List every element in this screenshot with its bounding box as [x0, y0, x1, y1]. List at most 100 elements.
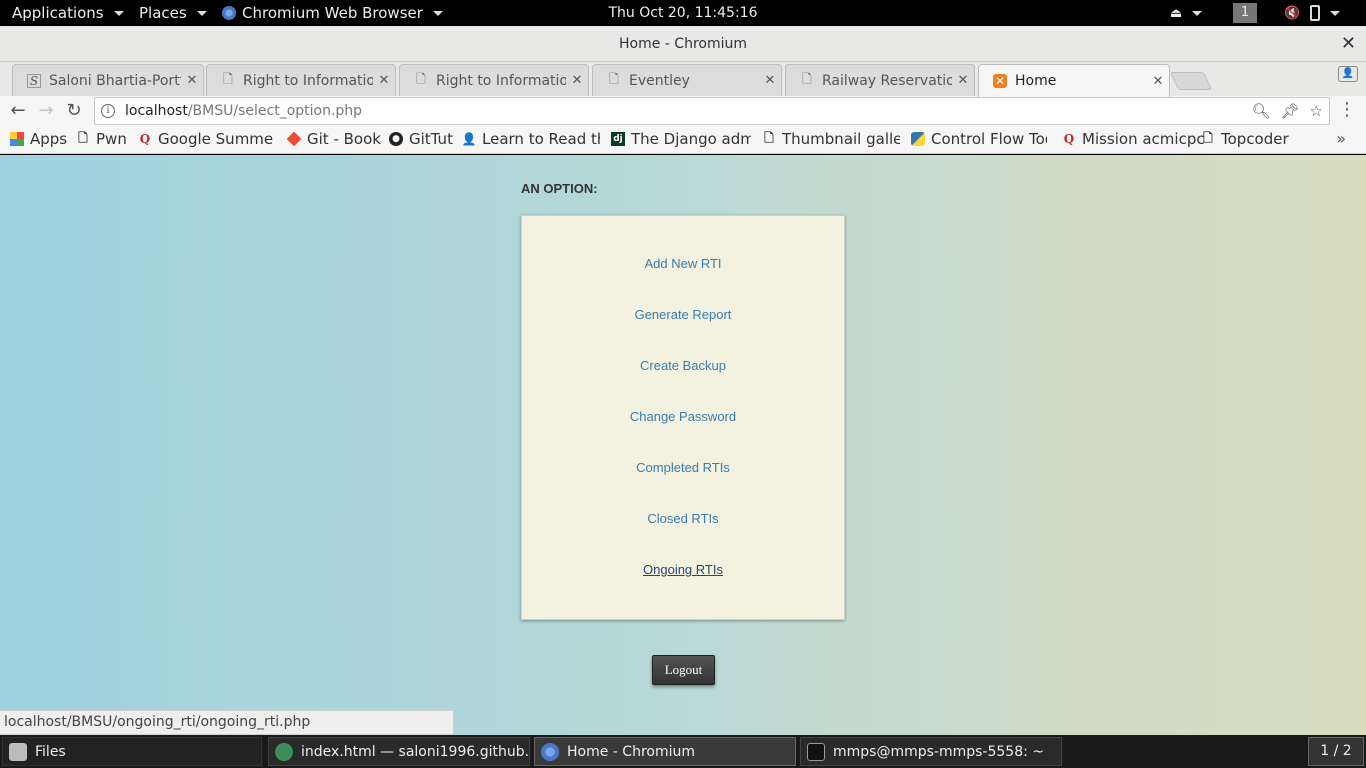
bookmark-topcoder[interactable]: 🗋 Topcoder: [1201, 126, 1289, 152]
eject-icon: ⏏: [1170, 5, 1183, 21]
task-label: Files: [35, 743, 66, 760]
task-label: mmps@mmps-mmps-5558: ~: [833, 743, 1044, 760]
url-host: localhost: [125, 103, 188, 119]
tab-label: Right to Information: [243, 72, 373, 89]
bookmark-label: Learn to Read the: [482, 130, 600, 148]
page-icon: 🗋: [78, 130, 88, 145]
bookmark-label: Topcoder: [1221, 130, 1289, 148]
bookmarks-overflow-icon[interactable]: »: [1336, 129, 1346, 148]
url-path: /BMSU/select_option.php: [187, 103, 363, 119]
page-viewport: AN OPTION: Add New RTI Generate Report C…: [0, 155, 1366, 735]
bookmark-apps[interactable]: Apps: [10, 126, 67, 152]
bookmark-pwn[interactable]: 🗋 Pwn: [76, 126, 127, 152]
ongoing-rtis-link[interactable]: Ongoing RTIs: [522, 562, 844, 577]
page-heading: AN OPTION:: [521, 181, 598, 196]
tab-right-to-information-1[interactable]: 🗋 Right to Information ✕: [206, 64, 396, 96]
bookmark-label: The Django admin: [631, 130, 751, 148]
task-label: Home - Chromium: [567, 743, 695, 760]
quora-icon: Q: [139, 132, 151, 146]
tab-close-icon[interactable]: ✕: [952, 73, 974, 88]
completed-rtis-link[interactable]: Completed RTIs: [522, 460, 844, 475]
tab-label: Railway Reservation: [822, 72, 952, 89]
bookmark-django-admin[interactable]: dj The Django admin: [611, 126, 751, 152]
bookmark-label: Thumbnail gallery: [782, 130, 900, 148]
bookmark-gittut[interactable]: ● GitTut: [389, 126, 453, 152]
bookmark-control-flow[interactable]: Control Flow Too: [911, 126, 1047, 152]
tab-label: Home: [1015, 73, 1057, 89]
pin-icon[interactable]: 📌︎: [1281, 102, 1300, 120]
create-backup-link[interactable]: Create Backup: [522, 358, 844, 373]
forward-button[interactable]: →: [34, 99, 58, 123]
info-icon[interactable]: i: [101, 104, 115, 118]
page-icon: 🗋: [223, 72, 233, 86]
page-icon: 🗋: [764, 130, 774, 145]
tab-strip: S Saloni Bhartia-Portf ✕ 🗋 Right to Info…: [0, 62, 1366, 97]
tab-railway-reservation[interactable]: 🗋 Railway Reservation ✕: [785, 64, 975, 96]
bookmark-git-book[interactable]: Git - Book: [287, 126, 381, 152]
git-icon: [287, 131, 302, 147]
reload-button[interactable]: ↻: [62, 99, 86, 123]
add-new-rti-link[interactable]: Add New RTI: [522, 256, 844, 271]
task-label: index.html — saloni1996.github.io...: [301, 743, 530, 760]
apps-grid-icon: [10, 132, 24, 146]
tab-close-icon[interactable]: ✕: [181, 73, 203, 88]
tab-close-icon[interactable]: ✕: [373, 73, 395, 88]
new-tab-button[interactable]: [1169, 72, 1213, 90]
chevron-down-icon: [1192, 10, 1203, 16]
generate-report-link[interactable]: Generate Report: [522, 307, 844, 322]
xampp-icon: ✕: [993, 74, 1007, 88]
tab-close-icon[interactable]: ✕: [566, 73, 588, 88]
tab-home[interactable]: ✕ Home ✕: [978, 64, 1170, 97]
window-close-button[interactable]: ✕: [1341, 26, 1356, 62]
bookmark-label: Google Summer c: [158, 130, 274, 148]
bookmark-label: Mission acmicpc: [1082, 130, 1205, 148]
address-bar[interactable]: i localhost/BMSU/select_option.php 🔍︎ 📌︎…: [94, 97, 1330, 125]
tab-saloni-portfolio[interactable]: S Saloni Bhartia-Portf ✕: [12, 64, 204, 96]
window-title: Home - Chromium: [619, 36, 747, 52]
task-atom[interactable]: index.html — saloni1996.github.io...: [268, 737, 530, 766]
bookmark-label: Apps: [30, 130, 68, 148]
menu-icon[interactable]: ⋮: [1338, 99, 1356, 120]
logout-button[interactable]: Logout: [652, 655, 715, 685]
python-icon: [911, 132, 925, 146]
tab-close-icon[interactable]: ✕: [759, 73, 781, 88]
tab-eventley[interactable]: 🗋 Eventley ✕: [592, 64, 782, 96]
bookmark-learn-to-read[interactable]: 👤 Learn to Read the: [462, 126, 600, 152]
s-favicon-icon: S: [27, 73, 41, 88]
link-status-bubble: localhost/BMSU/ongoing_rti/ongoing_rti.p…: [0, 710, 454, 735]
closed-rtis-link[interactable]: Closed RTIs: [522, 511, 844, 526]
tab-right-to-information-2[interactable]: 🗋 Right to Information ✕: [399, 64, 589, 96]
bookmark-mission-acmicpc[interactable]: Q Mission acmicpc: [1062, 126, 1205, 152]
chromium-icon: [541, 742, 559, 761]
workspace-pager[interactable]: 1 / 2: [1308, 737, 1364, 766]
tab-label: Saloni Bhartia-Portf: [49, 72, 181, 89]
gnome-top-panel: Applications Places Chromium Web Browser…: [0, 0, 1366, 26]
task-terminal[interactable]: mmps@mmps-mmps-5558: ~: [800, 737, 1062, 766]
tab-label: Eventley: [629, 72, 690, 89]
bookmark-label: Control Flow Too: [931, 130, 1047, 148]
page-icon: 🗋: [802, 72, 812, 86]
bookmark-label: GitTut: [409, 130, 453, 148]
django-icon: dj: [611, 132, 625, 146]
profile-icon[interactable]: 👤: [1338, 66, 1358, 82]
change-password-link[interactable]: Change Password: [522, 409, 844, 424]
clock[interactable]: Thu Oct 20, 11:45:16: [0, 0, 1366, 26]
github-icon: ●: [389, 132, 403, 146]
workspace-indicator[interactable]: 1: [1233, 3, 1257, 23]
zoom-icon[interactable]: 🔍︎: [1251, 102, 1270, 120]
bookmark-google-summer[interactable]: Q Google Summer c: [138, 126, 274, 152]
bookmark-thumbnail-gallery[interactable]: 🗋 Thumbnail gallery: [762, 126, 900, 152]
tab-close-icon[interactable]: ✕: [1147, 74, 1169, 89]
eject-menu[interactable]: ⏏: [1170, 0, 1203, 26]
chevron-down-icon: [1330, 10, 1341, 16]
back-button[interactable]: ←: [6, 99, 30, 123]
task-files[interactable]: Files: [2, 737, 262, 766]
volume-muted-icon: 🔇: [1284, 5, 1301, 21]
task-chromium[interactable]: Home - Chromium: [534, 737, 796, 766]
star-icon[interactable]: ☆: [1310, 102, 1323, 120]
bookmarks-bar: Apps 🗋 Pwn Q Google Summer c Git - Book …: [0, 126, 1366, 154]
quora-icon: Q: [1063, 132, 1075, 146]
system-menu[interactable]: 🔇: [1284, 0, 1341, 26]
battery-icon: [1310, 5, 1321, 21]
tab-label: Right to Information: [436, 72, 566, 89]
